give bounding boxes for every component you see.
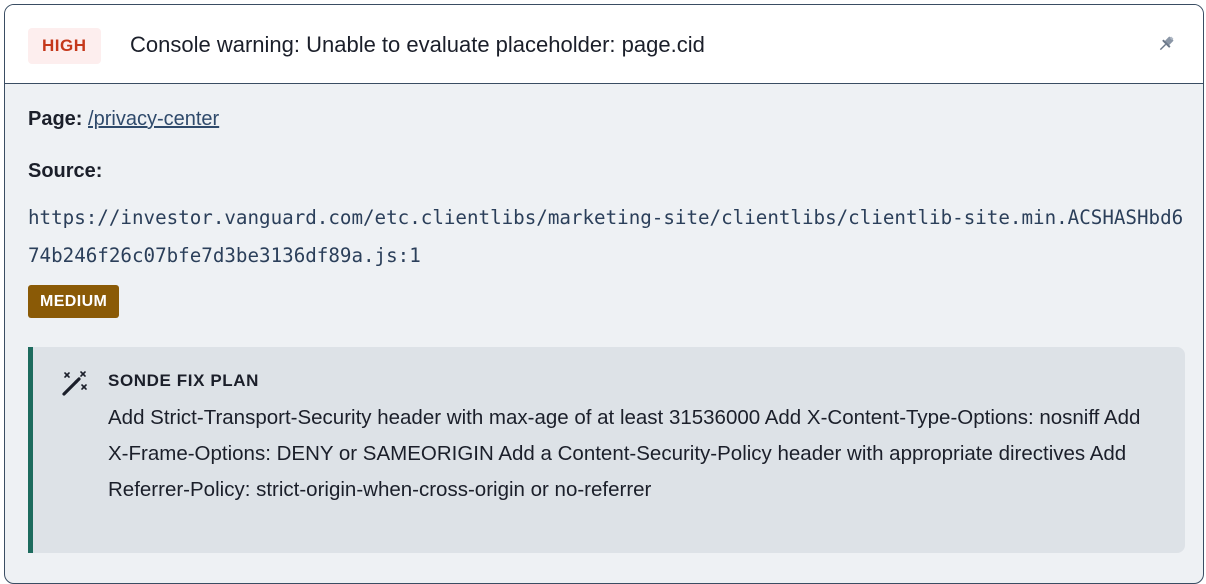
magic-wand-icon xyxy=(59,369,89,399)
page-label: Page: xyxy=(28,108,83,130)
impact-badge: MEDIUM xyxy=(28,285,120,318)
page-row: Page: /privacy-center xyxy=(28,105,219,133)
pin-icon[interactable] xyxy=(1155,33,1177,55)
fix-plan-text: Add Strict-Transport-Security header wit… xyxy=(108,406,1141,501)
fix-plan-panel: SONDE FIX PLAN Add Strict-Transport-Secu… xyxy=(28,347,1185,553)
issue-header[interactable]: HIGH Console warning: Unable to evaluate… xyxy=(5,5,1203,84)
source-row: Source: xyxy=(28,157,102,185)
fix-plan-title: SONDE FIX PLAN xyxy=(108,371,260,390)
source-url: https://investor.vanguard.com/etc.client… xyxy=(28,206,1184,267)
issue-card: HIGH Console warning: Unable to evaluate… xyxy=(4,4,1204,584)
source-label: Source: xyxy=(28,160,103,182)
page-link[interactable]: /privacy-center xyxy=(88,108,219,130)
issue-title: Console warning: Unable to evaluate plac… xyxy=(130,32,705,57)
severity-badge: HIGH xyxy=(28,28,101,64)
